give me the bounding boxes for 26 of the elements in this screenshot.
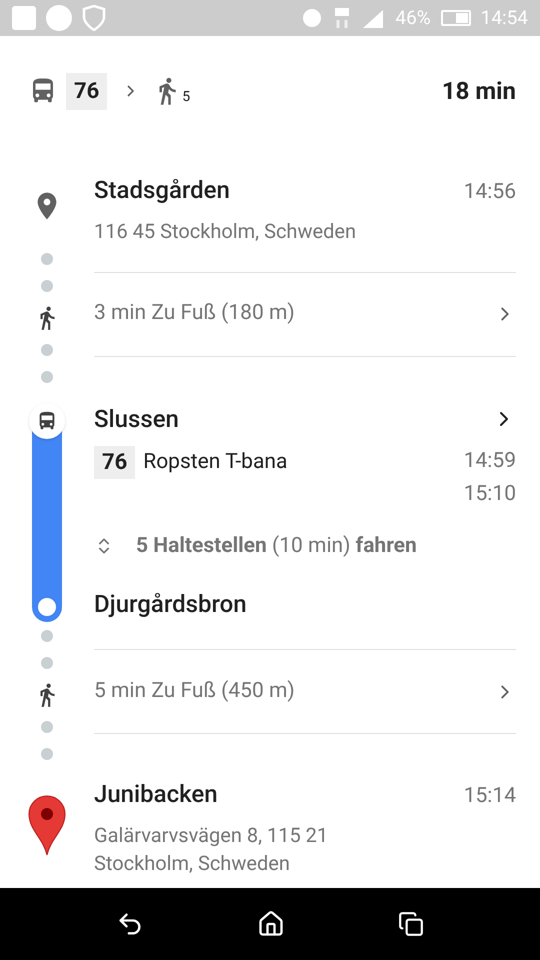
line-number: 76 bbox=[66, 72, 108, 110]
place-address: Galärvarvsvägen 8, 115 21 Stockholm, Schweden bbox=[94, 822, 330, 876]
place-name: Stadsgården bbox=[94, 175, 230, 206]
stop-name: Slussen bbox=[94, 404, 179, 434]
walk-step[interactable]: 5 min Zu Fuß (450 m) bbox=[94, 649, 516, 734]
recent-apps-icon[interactable] bbox=[398, 911, 424, 937]
place-name: Junibacken bbox=[94, 779, 218, 810]
line-number: 76 bbox=[94, 446, 136, 479]
walk-minutes: 5 bbox=[182, 88, 190, 107]
place-address: 116 45 Stockholm, Schweden bbox=[94, 218, 358, 244]
walk-step[interactable]: 3 min Zu Fuß (180 m) bbox=[94, 272, 516, 356]
headsign: Ropsten T-bana bbox=[143, 448, 288, 476]
arrival-time: 14:56 bbox=[464, 179, 516, 206]
chevron-right-icon bbox=[127, 85, 134, 97]
departure-time: 14:59 bbox=[464, 448, 516, 474]
app-icon bbox=[12, 6, 36, 30]
arrival-time: 15:10 bbox=[464, 480, 516, 508]
battery-icon bbox=[440, 10, 471, 26]
shield-icon bbox=[82, 5, 106, 31]
destination-pin-icon bbox=[27, 794, 67, 856]
total-duration: 18 min bbox=[442, 76, 516, 107]
stops-toggle[interactable]: 5 Haltestellen (10 min) fahren bbox=[94, 530, 417, 562]
end-stop-marker bbox=[38, 598, 56, 616]
stop-name: Djurgårdsbron bbox=[94, 589, 248, 620]
home-icon[interactable] bbox=[256, 910, 285, 938]
arrival-time: 15:14 bbox=[464, 783, 516, 810]
